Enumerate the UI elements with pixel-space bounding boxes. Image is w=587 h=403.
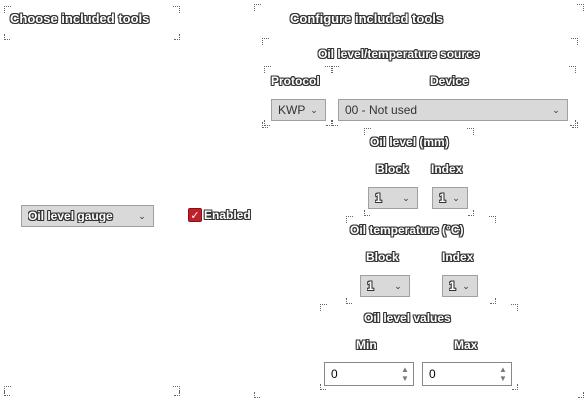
oil-temp-index-label: Index (442, 250, 474, 264)
min-label: Min (356, 338, 377, 352)
chevron-down-icon: ⌄ (552, 104, 560, 115)
device-select[interactable]: 00 - Not used ⌄ (338, 99, 568, 121)
protocol-select[interactable]: KWP ⌄ (271, 99, 326, 121)
values-title: Oil level values (364, 311, 451, 325)
oil-level-index-select[interactable]: 1 ⌄ (432, 187, 468, 209)
chevron-down-icon: ⌄ (462, 280, 470, 291)
device-label: Device (430, 74, 469, 88)
checkmark-icon: ✓ (190, 209, 200, 222)
source-group-title: Oil level/temperature source (318, 47, 480, 61)
oil-temp-block-select[interactable]: 1 ⌄ (360, 275, 410, 297)
chevron-down-icon: ⌄ (402, 192, 410, 203)
chevron-down-icon: ⌄ (138, 210, 146, 221)
enabled-label[interactable]: Enabled (204, 208, 251, 222)
left-panel-title: Choose included tools (10, 11, 150, 26)
left-panel-bottom (4, 386, 180, 396)
oil-temp-index-select[interactable]: 1 ⌄ (442, 275, 478, 297)
chevron-down-icon: ⌄ (452, 192, 460, 203)
oil-level-title: Oil level (mm) (370, 135, 449, 149)
oil-level-index-label: Index (431, 162, 463, 176)
oil-temp-block-label: Block (366, 250, 399, 264)
enabled-checkbox[interactable]: ✓ (188, 208, 202, 222)
chevron-down-icon: ⌄ (394, 280, 402, 291)
max-spinbox[interactable]: 0 ▲ ▼ (422, 362, 512, 386)
chevron-down-icon: ⌄ (310, 104, 318, 115)
tool-select[interactable]: Oil level gauge ⌄ (21, 205, 154, 227)
protocol-label: Protocol (271, 74, 320, 88)
oil-temp-title: Oil temperature (°C) (350, 223, 464, 237)
oil-level-block-select[interactable]: 1 ⌄ (368, 187, 418, 209)
oil-level-block-label: Block (376, 162, 409, 176)
right-panel-title: Configure included tools (290, 11, 444, 26)
max-label: Max (454, 338, 478, 352)
spin-arrows-icon[interactable]: ▲ ▼ (397, 363, 413, 385)
min-spinbox[interactable]: 0 ▲ ▼ (324, 362, 414, 386)
spin-arrows-icon[interactable]: ▲ ▼ (495, 363, 511, 385)
